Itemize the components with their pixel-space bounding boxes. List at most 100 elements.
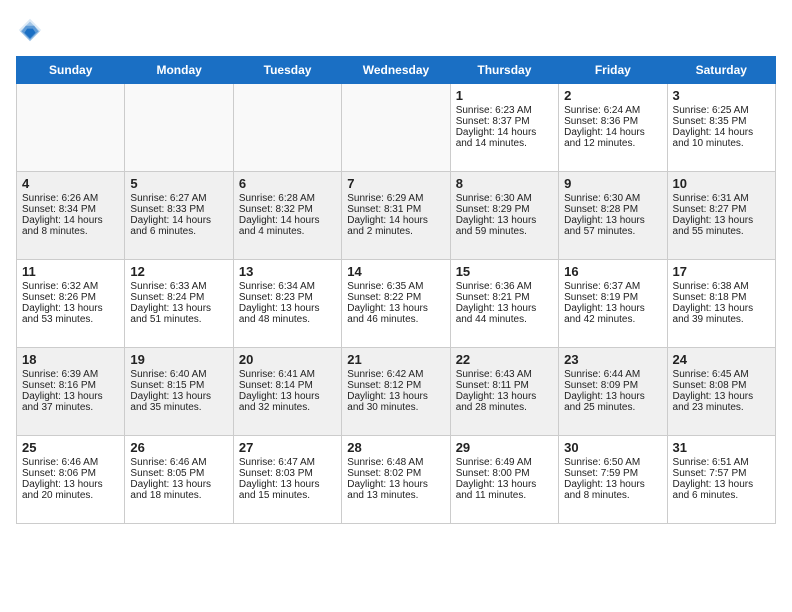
day-info: Sunrise: 6:40 AM	[130, 369, 227, 380]
calendar-cell: 10Sunrise: 6:31 AMSunset: 8:27 PMDayligh…	[667, 172, 775, 260]
week-row-2: 4Sunrise: 6:26 AMSunset: 8:34 PMDaylight…	[17, 172, 776, 260]
day-info: Daylight: 13 hours and 57 minutes.	[564, 215, 661, 237]
calendar-cell: 22Sunrise: 6:43 AMSunset: 8:11 PMDayligh…	[450, 348, 558, 436]
day-info: Daylight: 13 hours and 35 minutes.	[130, 391, 227, 413]
day-info: Sunrise: 6:24 AM	[564, 105, 661, 116]
day-info: Sunset: 8:16 PM	[22, 380, 119, 391]
day-number: 25	[22, 440, 119, 455]
day-info: Sunrise: 6:23 AM	[456, 105, 553, 116]
day-info: Sunrise: 6:26 AM	[22, 193, 119, 204]
day-number: 22	[456, 352, 553, 367]
calendar-cell: 28Sunrise: 6:48 AMSunset: 8:02 PMDayligh…	[342, 436, 450, 524]
day-number: 12	[130, 264, 227, 279]
day-info: Sunrise: 6:46 AM	[22, 457, 119, 468]
day-number: 18	[22, 352, 119, 367]
calendar-cell: 9Sunrise: 6:30 AMSunset: 8:28 PMDaylight…	[559, 172, 667, 260]
day-info: Sunrise: 6:33 AM	[130, 281, 227, 292]
header-row: SundayMondayTuesdayWednesdayThursdayFrid…	[17, 57, 776, 84]
calendar-cell: 18Sunrise: 6:39 AMSunset: 8:16 PMDayligh…	[17, 348, 125, 436]
day-info: Sunrise: 6:36 AM	[456, 281, 553, 292]
day-info: Daylight: 13 hours and 28 minutes.	[456, 391, 553, 413]
day-number: 20	[239, 352, 336, 367]
day-number: 6	[239, 176, 336, 191]
header-saturday: Saturday	[667, 57, 775, 84]
day-info: Daylight: 14 hours and 12 minutes.	[564, 127, 661, 149]
day-number: 14	[347, 264, 444, 279]
day-number: 23	[564, 352, 661, 367]
day-info: Sunset: 8:19 PM	[564, 292, 661, 303]
day-info: Daylight: 13 hours and 46 minutes.	[347, 303, 444, 325]
day-number: 8	[456, 176, 553, 191]
day-number: 3	[673, 88, 770, 103]
day-number: 31	[673, 440, 770, 455]
day-info: Sunset: 8:02 PM	[347, 468, 444, 479]
day-info: Sunset: 8:32 PM	[239, 204, 336, 215]
day-number: 21	[347, 352, 444, 367]
day-info: Sunrise: 6:41 AM	[239, 369, 336, 380]
calendar-cell: 30Sunrise: 6:50 AMSunset: 7:59 PMDayligh…	[559, 436, 667, 524]
day-info: Sunrise: 6:48 AM	[347, 457, 444, 468]
day-number: 5	[130, 176, 227, 191]
day-info: Sunrise: 6:51 AM	[673, 457, 770, 468]
day-info: Sunrise: 6:39 AM	[22, 369, 119, 380]
calendar-cell	[233, 84, 341, 172]
day-info: Sunrise: 6:30 AM	[564, 193, 661, 204]
day-info: Daylight: 13 hours and 11 minutes.	[456, 479, 553, 501]
day-number: 24	[673, 352, 770, 367]
day-info: Sunset: 8:36 PM	[564, 116, 661, 127]
calendar-table: SundayMondayTuesdayWednesdayThursdayFrid…	[16, 56, 776, 524]
calendar-cell: 6Sunrise: 6:28 AMSunset: 8:32 PMDaylight…	[233, 172, 341, 260]
day-info: Sunrise: 6:37 AM	[564, 281, 661, 292]
calendar-cell: 1Sunrise: 6:23 AMSunset: 8:37 PMDaylight…	[450, 84, 558, 172]
day-info: Sunset: 7:59 PM	[564, 468, 661, 479]
day-info: Daylight: 13 hours and 8 minutes.	[564, 479, 661, 501]
week-row-5: 25Sunrise: 6:46 AMSunset: 8:06 PMDayligh…	[17, 436, 776, 524]
day-info: Sunset: 8:22 PM	[347, 292, 444, 303]
day-info: Daylight: 13 hours and 20 minutes.	[22, 479, 119, 501]
day-info: Daylight: 13 hours and 59 minutes.	[456, 215, 553, 237]
calendar-cell: 3Sunrise: 6:25 AMSunset: 8:35 PMDaylight…	[667, 84, 775, 172]
day-number: 19	[130, 352, 227, 367]
calendar-cell	[342, 84, 450, 172]
calendar-cell: 16Sunrise: 6:37 AMSunset: 8:19 PMDayligh…	[559, 260, 667, 348]
day-info: Sunrise: 6:31 AM	[673, 193, 770, 204]
day-info: Sunset: 8:23 PM	[239, 292, 336, 303]
day-info: Daylight: 14 hours and 4 minutes.	[239, 215, 336, 237]
week-row-1: 1Sunrise: 6:23 AMSunset: 8:37 PMDaylight…	[17, 84, 776, 172]
day-info: Daylight: 14 hours and 2 minutes.	[347, 215, 444, 237]
day-number: 7	[347, 176, 444, 191]
week-row-3: 11Sunrise: 6:32 AMSunset: 8:26 PMDayligh…	[17, 260, 776, 348]
day-info: Daylight: 13 hours and 15 minutes.	[239, 479, 336, 501]
day-number: 16	[564, 264, 661, 279]
day-info: Sunrise: 6:50 AM	[564, 457, 661, 468]
calendar-cell: 20Sunrise: 6:41 AMSunset: 8:14 PMDayligh…	[233, 348, 341, 436]
day-number: 1	[456, 88, 553, 103]
calendar-cell: 27Sunrise: 6:47 AMSunset: 8:03 PMDayligh…	[233, 436, 341, 524]
day-info: Daylight: 13 hours and 48 minutes.	[239, 303, 336, 325]
day-info: Sunset: 8:24 PM	[130, 292, 227, 303]
day-info: Daylight: 13 hours and 30 minutes.	[347, 391, 444, 413]
day-info: Sunrise: 6:38 AM	[673, 281, 770, 292]
day-info: Sunset: 8:34 PM	[22, 204, 119, 215]
day-info: Sunset: 8:06 PM	[22, 468, 119, 479]
day-number: 29	[456, 440, 553, 455]
calendar-cell: 13Sunrise: 6:34 AMSunset: 8:23 PMDayligh…	[233, 260, 341, 348]
day-info: Sunset: 8:00 PM	[456, 468, 553, 479]
calendar-cell: 31Sunrise: 6:51 AMSunset: 7:57 PMDayligh…	[667, 436, 775, 524]
day-number: 9	[564, 176, 661, 191]
day-number: 28	[347, 440, 444, 455]
calendar-cell: 7Sunrise: 6:29 AMSunset: 8:31 PMDaylight…	[342, 172, 450, 260]
day-info: Sunset: 7:57 PM	[673, 468, 770, 479]
header-monday: Monday	[125, 57, 233, 84]
day-info: Daylight: 14 hours and 6 minutes.	[130, 215, 227, 237]
calendar-cell: 4Sunrise: 6:26 AMSunset: 8:34 PMDaylight…	[17, 172, 125, 260]
day-number: 26	[130, 440, 227, 455]
calendar-cell: 21Sunrise: 6:42 AMSunset: 8:12 PMDayligh…	[342, 348, 450, 436]
day-info: Sunset: 8:26 PM	[22, 292, 119, 303]
header-sunday: Sunday	[17, 57, 125, 84]
day-number: 27	[239, 440, 336, 455]
day-info: Daylight: 14 hours and 10 minutes.	[673, 127, 770, 149]
header-tuesday: Tuesday	[233, 57, 341, 84]
day-info: Sunset: 8:09 PM	[564, 380, 661, 391]
calendar-cell	[125, 84, 233, 172]
